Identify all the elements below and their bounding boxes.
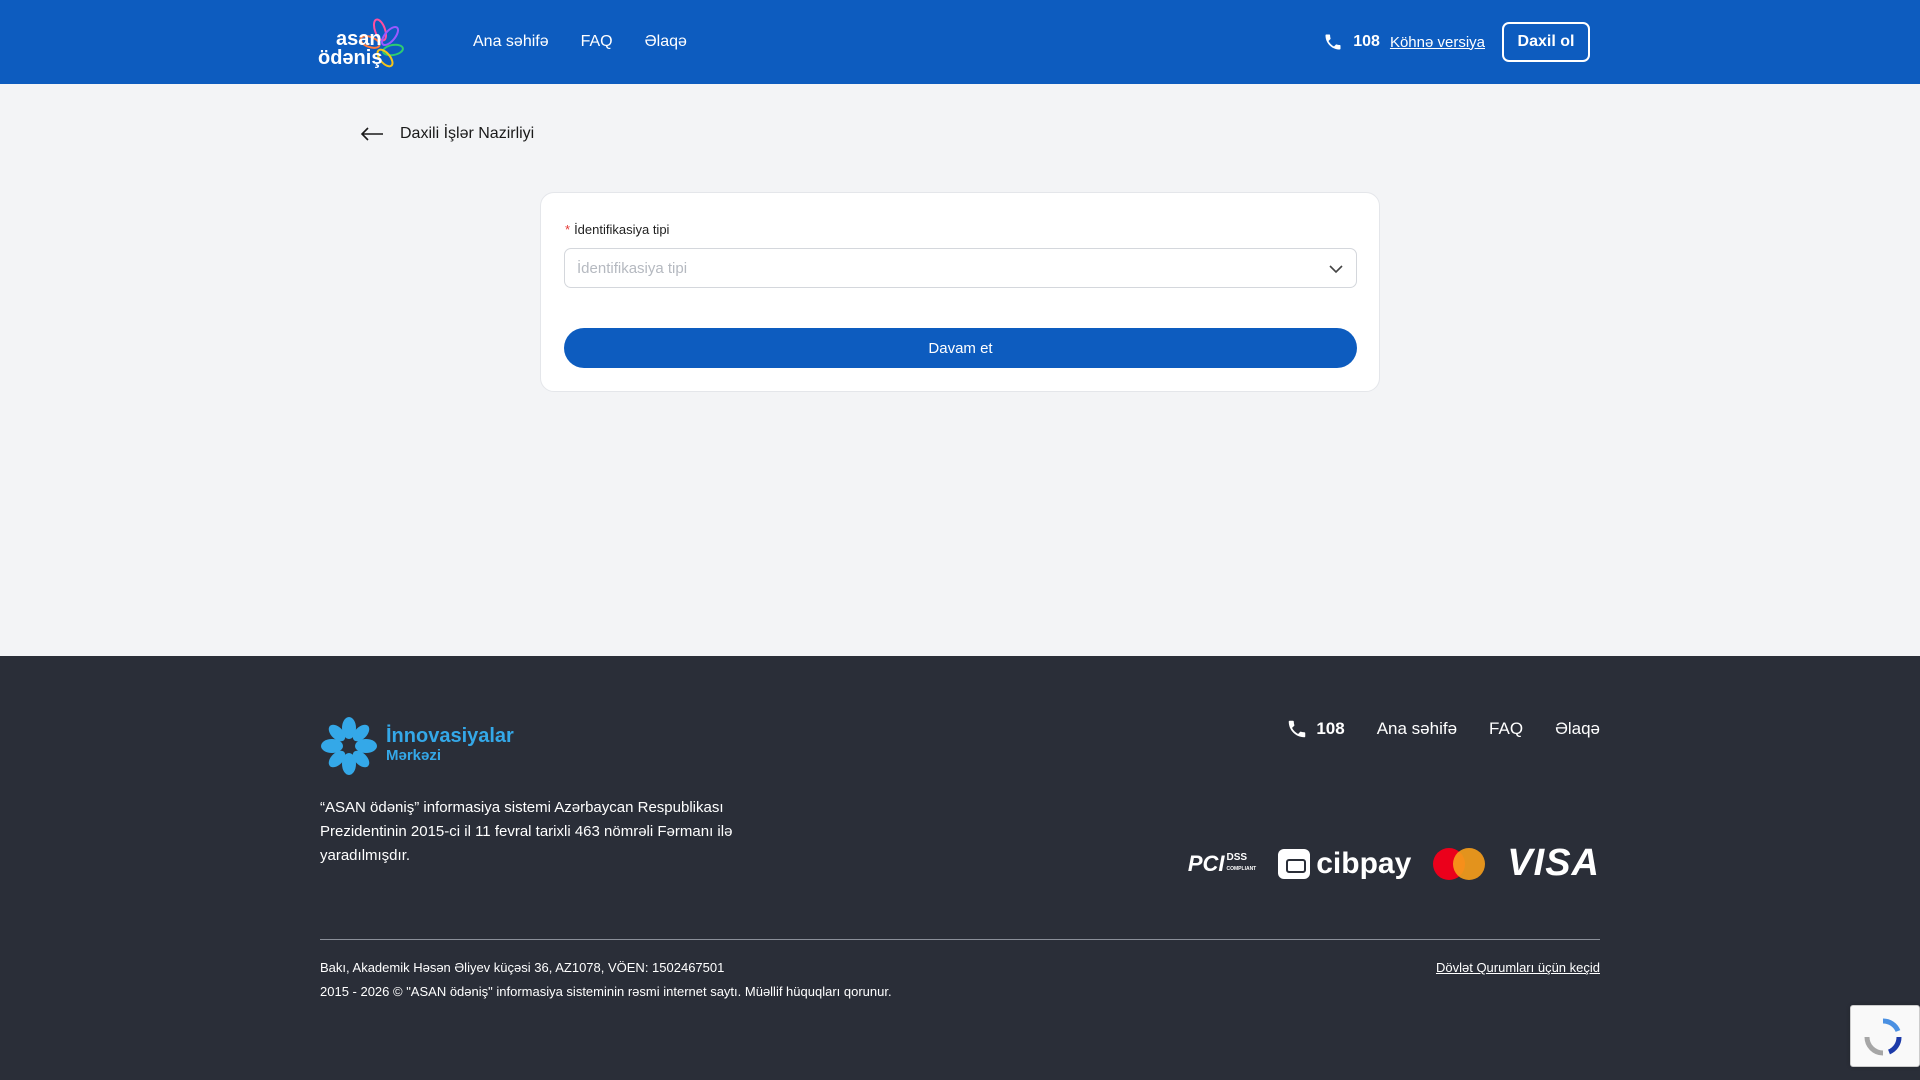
footer-logo-line2: Mərkəzi <box>386 747 442 764</box>
phone-icon <box>1325 34 1341 50</box>
recaptcha-badge[interactable] <box>1850 1005 1920 1067</box>
old-version-link[interactable]: Köhnə versiya <box>1390 34 1485 51</box>
payment-logos: PCI DSS COMPLIANT cibpay VISA <box>1188 842 1600 885</box>
footer-nav-home[interactable]: Ana səhifə <box>1377 719 1457 739</box>
identification-type-label: * İdentifikasiya tipi <box>565 222 669 237</box>
pci-dss-text: DSS <box>1226 852 1248 863</box>
nav-home[interactable]: Ana səhifə <box>473 33 549 51</box>
header-phone[interactable]: 108 <box>1323 32 1380 52</box>
nav-contact[interactable]: Əlaqə <box>645 33 687 51</box>
arrow-left-icon <box>360 127 383 141</box>
footer-copyright: 2015 - 2026 © "ASAN ödəniş" informasiya … <box>320 984 892 999</box>
innovation-center-logo[interactable]: İnnovasiyalar Mərkəzi <box>320 716 514 776</box>
footer-nav-faq[interactable]: FAQ <box>1489 719 1523 739</box>
footer-logo-line1: İnnovasiyalar <box>386 725 514 747</box>
identification-form-card: * İdentifikasiya tipi İdentifikasiya tipi… <box>540 192 1380 392</box>
login-button[interactable]: Daxil ol <box>1502 22 1590 62</box>
phone-icon <box>1289 720 1306 738</box>
pci-dss-logo: PCI DSS COMPLIANT <box>1188 851 1256 877</box>
logo-text-line2: ödəniş <box>318 47 383 69</box>
continue-button[interactable]: Davam et <box>564 328 1357 368</box>
asan-odenis-logo[interactable]: asan ödəniş <box>318 12 413 72</box>
back-link[interactable]: Daxili İşlər Nazirliyi <box>360 125 534 143</box>
nav-faq[interactable]: FAQ <box>581 33 613 51</box>
header-phone-number: 108 <box>1353 33 1380 50</box>
footer-divider <box>320 939 1600 940</box>
identification-type-label-text: İdentifikasiya tipi <box>574 222 670 237</box>
required-mark: * <box>565 222 571 237</box>
cibpay-text: cibpay <box>1316 846 1412 880</box>
pci-logo-text: PCI <box>1187 850 1225 876</box>
page-footer: İnnovasiyalar Mərkəzi “ASAN ödəniş” info… <box>0 656 1920 1080</box>
header-actions: 108 Köhnə versiya Daxil ol <box>1323 0 1590 84</box>
footer-nav: 108 Ana səhifə FAQ Əlaqə <box>1286 718 1600 740</box>
cibpay-logo: cibpay <box>1278 847 1411 881</box>
pci-compliant-text: COMPLIANT <box>1226 866 1257 872</box>
main-nav: Ana səhifə FAQ Əlaqə <box>473 0 687 84</box>
identification-type-select[interactable]: İdentifikasiya tipi <box>564 248 1357 288</box>
footer-phone-number: 108 <box>1316 719 1345 738</box>
mastercard-logo <box>1433 847 1486 880</box>
footer-phone[interactable]: 108 <box>1286 718 1345 740</box>
footer-address: Bakı, Akademik Həsən Əliyev küçəsi 36, A… <box>320 960 725 975</box>
wallet-icon <box>1278 848 1311 879</box>
chevron-down-icon <box>1329 265 1343 274</box>
innovation-flower-icon <box>321 717 377 775</box>
back-link-label: Daxili İşlər Nazirliyi <box>400 125 535 142</box>
gov-institutions-link[interactable]: Dövlət Qurumları üçün keçid <box>1436 960 1600 975</box>
recaptcha-icon <box>1864 1018 1902 1056</box>
footer-description: “ASAN ödəniş” informasiya sistemi Azərba… <box>320 799 733 864</box>
select-placeholder: İdentifikasiya tipi <box>577 259 688 277</box>
visa-logo: VISA <box>1507 842 1600 884</box>
top-header: asan ödəniş Ana səhifə FAQ Əlaqə 108 Köh… <box>0 0 1920 84</box>
footer-nav-contact[interactable]: Əlaqə <box>1555 719 1600 739</box>
